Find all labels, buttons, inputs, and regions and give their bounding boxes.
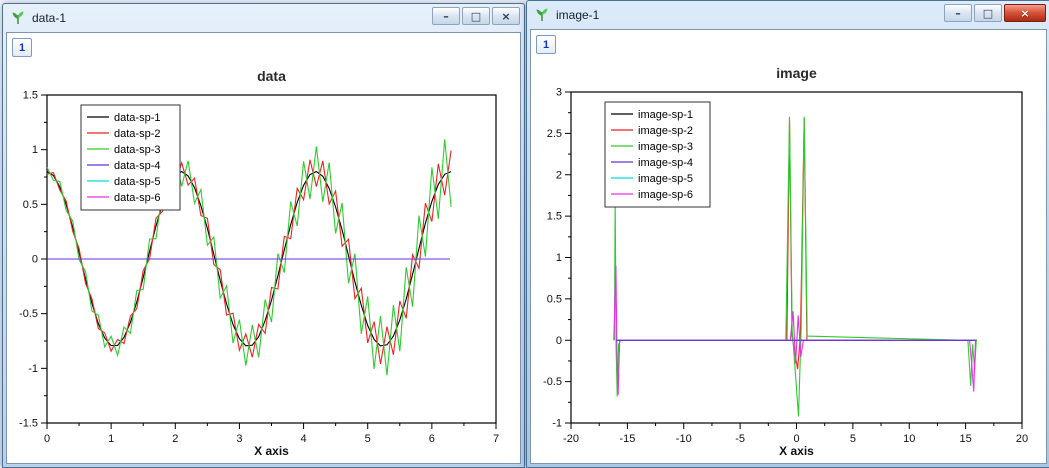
- y-tick-label: -1.5: [19, 418, 38, 430]
- legend-label: data-sp-5: [114, 176, 160, 188]
- legend-label: data-sp-2: [114, 128, 160, 140]
- x-axis-label: X axis: [254, 444, 289, 458]
- legend-label: image-sp-4: [638, 157, 693, 169]
- legend-label: image-sp-5: [638, 173, 693, 185]
- x-tick-label: -10: [676, 433, 692, 445]
- x-tick-label: 0: [793, 433, 799, 445]
- window-title: image-1: [556, 8, 599, 22]
- y-tick-label: 3: [556, 87, 562, 99]
- close-button[interactable]: ×: [492, 7, 520, 25]
- x-tick-label: 7: [493, 433, 499, 445]
- minimize-button[interactable]: –: [944, 4, 972, 22]
- legend-label: data-sp-6: [114, 192, 160, 204]
- y-tick-label: 1: [556, 252, 562, 264]
- y-tick-label: 0.5: [547, 293, 562, 305]
- legend-label: image-sp-1: [638, 109, 693, 121]
- legend-label: image-sp-3: [638, 141, 693, 153]
- y-tick-label: 2: [556, 169, 562, 181]
- chart-canvas-data[interactable]: data X axis 0 1 2 3 4 5 6 7 -1.5 -1 -0.5 0 0.5 1 1.5 data…: [7, 33, 520, 463]
- plot-title: image: [776, 65, 817, 81]
- legend-label: data-sp-1: [114, 112, 160, 124]
- y-tick-label: 0.5: [23, 199, 38, 211]
- window-controls: – □ ×: [432, 7, 520, 25]
- x-tick-label: 2: [172, 433, 178, 445]
- maximize-button[interactable]: □: [974, 4, 1002, 22]
- titlebar[interactable]: data-1 – □ ×: [3, 4, 524, 31]
- x-axis-label: X axis: [779, 444, 814, 458]
- window-data-1: data-1 – □ × 1 data X axis 0 1 2 3 4 5 6 7 -1.5 -1 -…: [2, 3, 525, 468]
- y-tick-label: 1: [32, 144, 38, 156]
- minimize-button[interactable]: –: [432, 7, 460, 25]
- x-tick-label: 5: [365, 433, 371, 445]
- x-tick-label: 20: [1016, 433, 1028, 445]
- y-tick-label: 2.5: [547, 128, 562, 140]
- legend-label: data-sp-3: [114, 144, 160, 156]
- y-tick-label: -0.5: [543, 376, 562, 388]
- close-button[interactable]: ×: [1004, 4, 1046, 22]
- window-controls: – □ ×: [944, 4, 1046, 22]
- chart-canvas-image[interactable]: image X axis -20 -15 -10 -5 0 5 10 15 20 -1 -0.5 0 0.5…: [531, 30, 1046, 463]
- legend[interactable]: data-sp-1 data-sp-2 data-sp-3 data-sp-4 data…: [81, 105, 180, 210]
- legend-label: image-sp-2: [638, 125, 693, 137]
- y-tick-label: -1: [552, 418, 562, 430]
- plot-title: data: [257, 68, 286, 84]
- y-tick-label: 1.5: [547, 211, 562, 223]
- legend-label: image-sp-6: [638, 189, 693, 201]
- y-tick-label: 1.5: [23, 90, 38, 102]
- image-sp-6-line[interactable]: [614, 266, 976, 395]
- x-tick-label: 1: [108, 433, 114, 445]
- y-tick-label: -0.5: [19, 308, 38, 320]
- x-tick-label: 4: [301, 433, 307, 445]
- y-tick-label: 0: [556, 335, 562, 347]
- y-tick-label: 0: [32, 254, 38, 266]
- x-tick-label: 5: [850, 433, 856, 445]
- window-title: data-1: [32, 11, 66, 25]
- y-tick-label: -1: [28, 363, 38, 375]
- titlebar[interactable]: image-1 – □ ×: [527, 1, 1049, 28]
- window-client-area: 1 dataX axis01234567-1.5-1-0.500.511.5da…: [6, 32, 521, 464]
- legend-label: data-sp-4: [114, 160, 160, 172]
- x-tick-label: 3: [236, 433, 242, 445]
- layer-button[interactable]: 1: [536, 35, 556, 54]
- app-icon: [10, 10, 26, 26]
- x-tick-label: -15: [619, 433, 635, 445]
- maximize-button[interactable]: □: [462, 7, 490, 25]
- x-tick-label: -20: [563, 433, 579, 445]
- x-tick-label: 0: [44, 433, 50, 445]
- x-tick-label: 10: [903, 433, 915, 445]
- window-client-area: 1 image X axis -20 -15 -10 -5 0 5 10 15 20 -1 -0.5 0 0…: [530, 29, 1047, 464]
- layer-button[interactable]: 1: [12, 38, 32, 57]
- app-icon: [534, 7, 550, 23]
- legend[interactable]: image-sp-1 image-sp-2 image-sp-3 image-sp-4…: [605, 102, 710, 207]
- x-tick-label: 6: [429, 433, 435, 445]
- x-tick-label: 15: [960, 433, 972, 445]
- x-tick-label: -5: [735, 433, 745, 445]
- window-image-1: image-1 – □ × 1 imageX axis-20-15-10-505…: [526, 0, 1049, 468]
